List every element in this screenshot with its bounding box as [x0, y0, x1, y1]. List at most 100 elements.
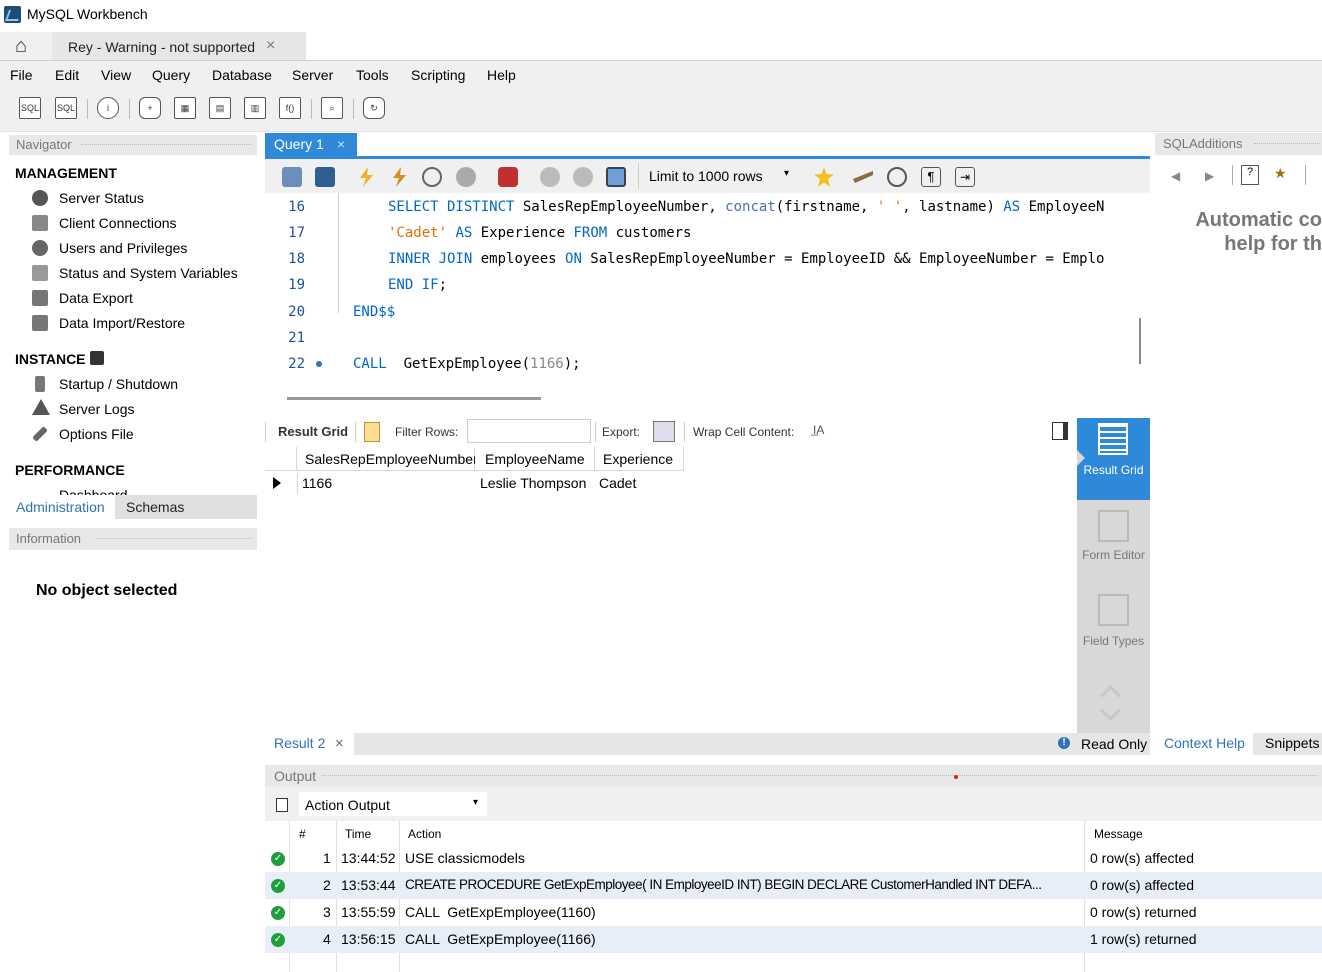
menu-tools[interactable]: Tools: [356, 67, 389, 83]
create-function-icon[interactable]: f(): [279, 97, 301, 119]
result-grid[interactable]: [265, 446, 1077, 733]
output-row[interactable]: ✓ 3 13:55:59 CALL GetExpEmployee(1160) 0…: [265, 899, 1322, 926]
nav-dashboard[interactable]: Dashboard: [59, 487, 128, 495]
back-icon[interactable]: ◀: [1171, 169, 1180, 183]
nav-client-connections[interactable]: Client Connections: [59, 215, 177, 231]
tab-result-2[interactable]: Result 2: [274, 735, 325, 751]
data-export-icon: [32, 290, 48, 306]
execute-current-statement-icon[interactable]: [393, 167, 406, 187]
toolbar-separator: [129, 99, 130, 119]
close-icon[interactable]: ×: [337, 136, 345, 152]
row-header-corner: [265, 447, 297, 471]
auto-help-icon[interactable]: ★: [1274, 165, 1287, 182]
inspector-icon[interactable]: i: [97, 97, 119, 119]
save-icon[interactable]: [315, 167, 335, 187]
create-schema-icon[interactable]: +: [139, 97, 161, 119]
reconnect-icon[interactable]: ↻: [363, 97, 385, 119]
beautify-icon[interactable]: [853, 171, 873, 183]
nav-users-and-privileges[interactable]: Users and Privileges: [59, 240, 187, 256]
output-row[interactable]: ✓ 2 13:53:44 CREATE PROCEDURE GetExpEmpl…: [265, 872, 1322, 899]
form-editor-icon[interactable]: [1098, 510, 1129, 542]
output-row[interactable]: ✓ 1 13:44:52 USE classicmodels 0 row(s) …: [265, 845, 1322, 872]
result-toolbar: Result Grid Filter Rows: Export: Wrap Ce…: [265, 418, 1077, 446]
output-col-time[interactable]: Time: [345, 827, 371, 841]
editor-horizontal-scrollbar[interactable]: [287, 397, 541, 400]
tab-schemas[interactable]: Schemas: [126, 499, 184, 515]
nav-options-file[interactable]: Options File: [59, 426, 134, 442]
column-header[interactable]: SalesRepEmployeeNumber: [297, 447, 478, 471]
create-view-icon[interactable]: ▤: [209, 97, 231, 119]
code-line-19: END IF;: [388, 277, 448, 293]
sql-editor[interactable]: 16 17 18 19 20 21 22 SELECT DISTINCT Sal…: [265, 193, 1130, 388]
word-wrap-icon[interactable]: ⇥: [955, 167, 975, 187]
forward-icon[interactable]: ▶: [1205, 169, 1214, 183]
table-cell[interactable]: Cadet: [599, 475, 636, 491]
toggle-error-icon[interactable]: [498, 167, 518, 187]
nav-status-and-system-variables[interactable]: Status and System Variables: [59, 265, 238, 281]
menu-database[interactable]: Database: [212, 67, 272, 83]
tab-administration[interactable]: Administration: [9, 495, 115, 519]
filter-rows-input[interactable]: [467, 419, 591, 443]
tab-query-1[interactable]: Query 1 ×: [265, 133, 357, 156]
close-icon[interactable]: ×: [335, 735, 344, 752]
nav-data-export[interactable]: Data Export: [59, 290, 133, 306]
nav-data-import-restore[interactable]: Data Import/Restore: [59, 315, 185, 331]
open-file-icon[interactable]: [282, 167, 302, 187]
explain-icon[interactable]: [422, 167, 442, 187]
stop-icon[interactable]: [456, 167, 476, 187]
side-tab-result-grid[interactable]: Result Grid: [1077, 418, 1150, 500]
output-type-select[interactable]: Action Output ▾: [299, 792, 487, 816]
menu-help[interactable]: Help: [487, 67, 516, 83]
menu-server[interactable]: Server: [292, 67, 333, 83]
invisible-chars-icon[interactable]: ¶: [921, 167, 941, 187]
menu-file[interactable]: File: [10, 67, 33, 83]
menu-view[interactable]: View: [101, 67, 131, 83]
autocommit-icon[interactable]: [606, 167, 626, 187]
menu-scripting[interactable]: Scripting: [411, 67, 465, 83]
side-tab-label: Result Grid: [1083, 463, 1144, 477]
copy-icon[interactable]: [276, 798, 288, 812]
field-types-icon[interactable]: [1098, 594, 1129, 626]
wrap-cell-icon[interactable]: I̲A: [813, 423, 824, 437]
manual-help-icon[interactable]: ?: [1241, 165, 1259, 185]
rollback-icon[interactable]: [573, 167, 593, 187]
output-col-message[interactable]: Message: [1094, 827, 1143, 841]
toggle-side-panel-icon[interactable]: [1052, 422, 1068, 440]
output-time: 13:44:52: [341, 850, 396, 866]
execute-lightning-icon[interactable]: [360, 167, 373, 187]
side-tab-field-types[interactable]: Field Types: [1077, 634, 1150, 648]
connection-tab[interactable]: Rey - Warning - not supported ×: [52, 32, 306, 60]
output-col-action[interactable]: Action: [408, 827, 441, 841]
table-cell[interactable]: 1166: [302, 475, 332, 491]
find-icon[interactable]: [887, 167, 907, 187]
nav-startup-shutdown[interactable]: Startup / Shutdown: [59, 376, 178, 392]
tab-snippets[interactable]: Snippets: [1265, 735, 1319, 751]
editor-vertical-scrollbar[interactable]: [1139, 318, 1141, 364]
grid-view-icon[interactable]: [364, 422, 380, 442]
close-icon[interactable]: ×: [266, 37, 275, 55]
result-grid-label[interactable]: Result Grid: [278, 424, 348, 439]
information-header: Information: [9, 528, 257, 550]
header-grip: [81, 144, 251, 148]
commit-icon[interactable]: [540, 167, 560, 187]
output-row[interactable]: ✓ 4 13:56:15 CALL GetExpEmployee(1166) 1…: [265, 926, 1322, 953]
nav-server-logs[interactable]: Server Logs: [59, 401, 134, 417]
tab-context-help[interactable]: Context Help: [1155, 733, 1253, 755]
column-header[interactable]: EmployeeName: [475, 447, 595, 471]
menu-edit[interactable]: Edit: [55, 67, 79, 83]
column-header[interactable]: Experience: [595, 447, 684, 471]
search-table-data-icon[interactable]: ⌕: [321, 97, 343, 119]
create-table-icon[interactable]: ▦: [174, 97, 196, 119]
table-cell[interactable]: Leslie Thompson: [480, 475, 586, 491]
add-snippet-icon[interactable]: [814, 167, 834, 187]
home-tab[interactable]: ⌂: [0, 32, 52, 60]
menu-query[interactable]: Query: [152, 67, 190, 83]
open-sql-script-icon[interactable]: SQL: [55, 97, 77, 119]
side-tab-form-editor[interactable]: Form Editor: [1077, 548, 1150, 562]
nav-server-status[interactable]: Server Status: [59, 190, 144, 206]
export-icon[interactable]: [653, 421, 675, 442]
limit-rows-select[interactable]: Limit to 1000 rows ▾: [638, 163, 794, 189]
create-procedure-icon[interactable]: ▥: [244, 97, 266, 119]
output-col-num[interactable]: #: [299, 827, 306, 841]
new-sql-tab-icon[interactable]: SQL: [19, 97, 41, 119]
